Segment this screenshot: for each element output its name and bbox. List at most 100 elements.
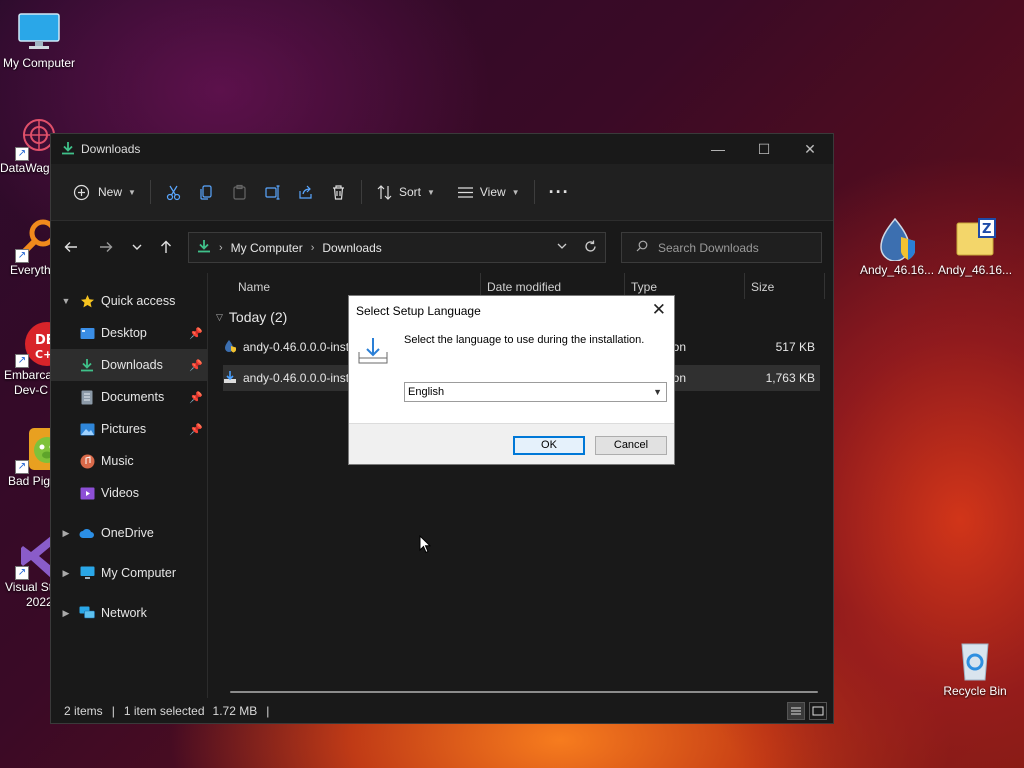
nav-label: Music bbox=[101, 454, 134, 468]
andy-setup-icon bbox=[223, 339, 237, 356]
column-divider[interactable] bbox=[824, 273, 825, 299]
trash-icon bbox=[332, 184, 344, 200]
forward-button[interactable] bbox=[91, 232, 121, 262]
andy-setup-icon bbox=[875, 217, 919, 262]
desktop-icon-andy-installer-2[interactable]: Z Andy_46.16... bbox=[936, 217, 1014, 278]
nav-downloads[interactable]: Downloads 📌 bbox=[51, 349, 207, 381]
delete-button[interactable] bbox=[322, 176, 355, 208]
desktop-icon-andy-installer-1[interactable]: Andy_46.16... bbox=[858, 217, 936, 278]
desktop-icon-recycle-bin[interactable]: Recycle Bin bbox=[936, 638, 1014, 699]
navigation-pane: ▼ Quick access Desktop 📌 Downloads 📌 Doc… bbox=[51, 273, 208, 698]
group-header-today[interactable]: ▽ Today (2) bbox=[216, 309, 287, 325]
nav-videos[interactable]: Videos bbox=[51, 477, 207, 509]
toolbar-divider bbox=[360, 180, 362, 204]
plus-circle-icon bbox=[73, 184, 90, 200]
nav-pictures[interactable]: Pictures 📌 bbox=[51, 413, 207, 445]
install-download-icon bbox=[358, 336, 388, 369]
chevron-down-icon: ▼ bbox=[426, 187, 435, 197]
column-divider[interactable] bbox=[744, 273, 745, 299]
dialog-divider bbox=[349, 423, 674, 424]
chevron-right-icon: › bbox=[219, 241, 223, 254]
shortcut-arrow-icon: ↗ bbox=[15, 460, 29, 474]
column-header-date-modified[interactable]: Date modified bbox=[487, 280, 561, 294]
shortcut-arrow-icon: ↗ bbox=[15, 354, 29, 368]
ok-button[interactable]: OK bbox=[513, 436, 585, 455]
nav-music[interactable]: Music bbox=[51, 445, 207, 477]
recent-locations-button[interactable] bbox=[122, 232, 152, 262]
new-button[interactable]: New ▼ bbox=[65, 176, 144, 208]
zip-archive-icon: Z bbox=[953, 217, 997, 261]
nav-label: Quick access bbox=[101, 294, 176, 308]
scissors-icon bbox=[166, 185, 181, 200]
chevron-down-icon: ▼ bbox=[653, 387, 662, 397]
more-options-button[interactable]: ··· bbox=[541, 176, 578, 208]
address-bar[interactable]: › My Computer › Downloads bbox=[188, 232, 606, 263]
cut-button[interactable] bbox=[157, 176, 190, 208]
clipboard-icon bbox=[233, 184, 246, 200]
maximize-button[interactable]: ☐ bbox=[741, 134, 787, 164]
chevron-down-icon bbox=[132, 244, 142, 250]
minimize-button[interactable]: — bbox=[695, 134, 741, 164]
mouse-cursor-icon bbox=[419, 534, 432, 557]
column-header-type[interactable]: Type bbox=[631, 280, 657, 294]
refresh-icon bbox=[585, 240, 596, 252]
chevron-down-icon: ▼ bbox=[128, 187, 136, 197]
paste-button[interactable] bbox=[223, 176, 256, 208]
cloud-icon bbox=[79, 525, 95, 541]
title-bar[interactable]: Downloads — ☐ ✕ bbox=[51, 134, 833, 164]
cancel-button[interactable]: Cancel bbox=[595, 436, 667, 455]
chevron-down-icon: ▽ bbox=[216, 311, 223, 322]
language-select[interactable]: English ▼ bbox=[404, 382, 667, 402]
share-button[interactable] bbox=[289, 176, 322, 208]
desktop-icon-label: Andy_46.16... bbox=[859, 263, 935, 277]
chevron-down-icon bbox=[557, 243, 567, 249]
copy-button[interactable] bbox=[190, 176, 223, 208]
details-view-icon bbox=[791, 707, 801, 715]
setup-language-dialog: Select Setup Language ✕ Select the langu… bbox=[348, 295, 675, 465]
view-button[interactable]: View ▼ bbox=[449, 176, 528, 208]
chevron-down-icon: ▼ bbox=[511, 187, 520, 197]
nav-network[interactable]: ▶ Network bbox=[51, 597, 207, 629]
address-row: › My Computer › Downloads Search Downloa… bbox=[51, 221, 833, 274]
language-selected-value: English bbox=[408, 386, 445, 398]
dialog-close-button[interactable]: ✕ bbox=[652, 300, 666, 320]
more-icon: ··· bbox=[548, 181, 570, 202]
nav-label: Videos bbox=[101, 486, 139, 500]
desktop-icon-my-computer[interactable]: My Computer bbox=[0, 10, 78, 71]
refresh-button[interactable] bbox=[584, 240, 597, 256]
status-divider: | bbox=[111, 703, 115, 718]
back-button[interactable] bbox=[56, 232, 86, 262]
nav-label: OneDrive bbox=[101, 526, 154, 540]
network-icon bbox=[79, 605, 95, 621]
nav-label: My Computer bbox=[101, 566, 177, 580]
large-icons-view-button[interactable] bbox=[809, 702, 827, 720]
details-view-button[interactable] bbox=[787, 702, 805, 720]
column-header-name[interactable]: Name bbox=[238, 280, 270, 294]
nav-desktop[interactable]: Desktop 📌 bbox=[51, 317, 207, 349]
nav-quick-access[interactable]: ▼ Quick access bbox=[51, 285, 207, 317]
nav-label: Pictures bbox=[101, 422, 147, 436]
music-icon bbox=[79, 453, 95, 469]
recycle-bin-icon bbox=[953, 638, 997, 682]
address-dropdown-button[interactable] bbox=[557, 241, 567, 254]
monitor-icon bbox=[17, 10, 61, 54]
breadcrumb-my-computer[interactable]: My Computer bbox=[231, 241, 303, 255]
close-button[interactable]: ✕ bbox=[787, 134, 833, 164]
status-item-count: 2 items bbox=[64, 703, 103, 718]
sort-button[interactable]: Sort ▼ bbox=[368, 176, 443, 208]
up-button[interactable] bbox=[151, 232, 181, 262]
breadcrumb-downloads[interactable]: Downloads bbox=[322, 241, 381, 255]
horizontal-scrollbar[interactable] bbox=[230, 691, 818, 693]
pin-icon: 📌 bbox=[189, 327, 203, 340]
nav-documents[interactable]: Documents 📌 bbox=[51, 381, 207, 413]
nav-onedrive[interactable]: ▶ OneDrive bbox=[51, 517, 207, 549]
chevron-down-icon: ▼ bbox=[61, 296, 71, 306]
desktop-icon-label: Recycle Bin bbox=[943, 684, 1007, 698]
nav-label: Network bbox=[101, 606, 147, 620]
rename-button[interactable] bbox=[256, 176, 289, 208]
search-box[interactable]: Search Downloads bbox=[621, 232, 822, 263]
new-label: New bbox=[98, 185, 123, 199]
large-icons-view-icon bbox=[812, 706, 824, 716]
nav-my-computer[interactable]: ▶ My Computer bbox=[51, 557, 207, 589]
column-header-size[interactable]: Size bbox=[751, 280, 774, 294]
